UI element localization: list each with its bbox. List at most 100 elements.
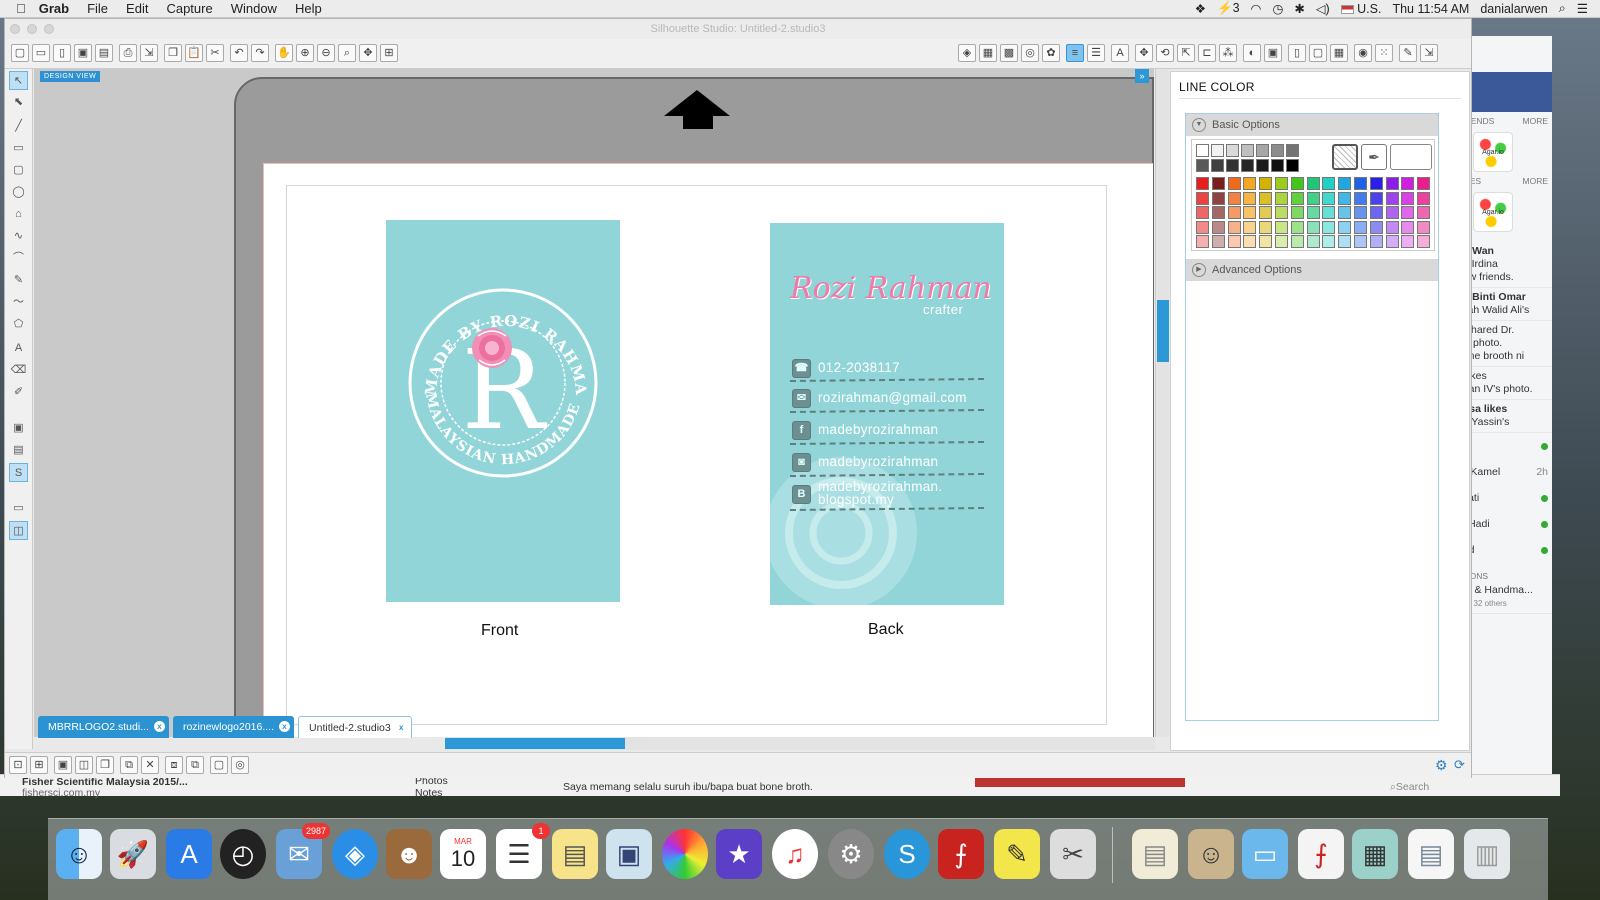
point-edit-tool-icon[interactable]: ⬉ xyxy=(9,93,28,112)
zoom-in-icon[interactable]: ⊕ xyxy=(296,44,314,62)
save-icon[interactable]: ▣ xyxy=(74,44,92,62)
hue-swatch[interactable] xyxy=(1227,235,1241,248)
design-view-icon[interactable]: ▣ xyxy=(9,419,28,438)
hue-swatch[interactable] xyxy=(1322,235,1336,248)
gray-swatch[interactable] xyxy=(1286,144,1299,157)
menu-window[interactable]: Window xyxy=(222,1,286,16)
hue-swatch[interactable] xyxy=(1196,206,1209,219)
delete-icon[interactable]: ✕ xyxy=(141,756,159,774)
agario-tile[interactable]: Agar.io xyxy=(1473,132,1513,172)
gray-swatch[interactable] xyxy=(1226,144,1239,157)
menu-app-name[interactable]: Grab xyxy=(30,1,78,16)
itunes-icon[interactable]: ♫ xyxy=(772,829,818,879)
line-style-icon[interactable]: ☰ xyxy=(1087,44,1105,62)
current-color-swatch[interactable] xyxy=(1390,144,1432,170)
weld-icon[interactable]: ⧉ xyxy=(186,756,204,774)
grid-icon[interactable]: ▦ xyxy=(1330,44,1348,62)
save-as-icon[interactable]: ▤ xyxy=(95,44,113,62)
hue-swatch[interactable] xyxy=(1338,206,1352,219)
front-business-card[interactable]: MADE BY ROZI RAHMAN MALAYSIAN HANDMADE R xyxy=(386,220,620,602)
safari-icon[interactable]: ◈ xyxy=(332,829,378,879)
regular-polygon-tool-icon[interactable]: ⬠ xyxy=(9,315,28,334)
copy-icon[interactable]: ❐ xyxy=(164,44,182,62)
hue-swatch[interactable] xyxy=(1385,177,1399,190)
hue-swatch[interactable] xyxy=(1322,206,1336,219)
hue-swatch[interactable] xyxy=(1322,177,1336,190)
close-tab-icon[interactable]: x xyxy=(153,721,165,732)
print-icon[interactable]: ⎙ xyxy=(119,44,137,62)
gray-swatch[interactable] xyxy=(1196,144,1209,157)
panel-toggle-icon[interactable]: ▭ xyxy=(9,499,28,518)
hue-swatch[interactable] xyxy=(1211,191,1225,205)
gray-swatch[interactable] xyxy=(1256,144,1269,157)
tab-untitled-2[interactable]: Untitled-2.studio3 x xyxy=(298,716,412,738)
page-setup-icon[interactable]: ▯ xyxy=(1288,44,1306,62)
hue-swatch[interactable] xyxy=(1227,220,1241,234)
pdf-stack-icon[interactable]: ⨍ xyxy=(1298,829,1344,879)
offset-icon[interactable]: ▣ xyxy=(1264,44,1282,62)
library-icon[interactable]: ⁙ xyxy=(1375,44,1393,62)
hue-swatch[interactable] xyxy=(1338,235,1352,248)
split-view-icon[interactable]: ◫ xyxy=(9,521,28,540)
ellipse-tool-icon[interactable]: ◯ xyxy=(9,183,28,202)
hue-swatch[interactable] xyxy=(1243,177,1257,190)
ungroup-icon[interactable]: ⊞ xyxy=(30,756,48,774)
gray-swatch[interactable] xyxy=(1196,159,1209,172)
make-compound-icon[interactable]: ▣ xyxy=(54,756,72,774)
polygon-tool-icon[interactable]: ⌂ xyxy=(9,205,28,224)
hue-swatch[interactable] xyxy=(1306,206,1320,219)
spotlight-icon[interactable]: ⌕ xyxy=(1559,1,1566,16)
menu-edit[interactable]: Edit xyxy=(117,1,157,16)
scale-icon[interactable]: ⇱ xyxy=(1177,44,1195,62)
hue-swatch[interactable] xyxy=(1290,191,1304,205)
modify-icon[interactable]: ◐ xyxy=(1243,44,1261,62)
gray-swatch[interactable] xyxy=(1256,159,1269,172)
hue-swatch[interactable] xyxy=(1227,191,1241,205)
menu-capture[interactable]: Capture xyxy=(157,1,221,16)
horizontal-scroll-thumb[interactable] xyxy=(445,738,625,749)
send-to-back-icon[interactable]: ⧈ xyxy=(165,756,183,774)
stickies-icon[interactable]: ✎ xyxy=(994,829,1040,879)
battery-icon[interactable]: ⚡3 xyxy=(1217,1,1240,16)
hue-swatch[interactable] xyxy=(1243,220,1257,234)
files-stack-icon[interactable]: ▤ xyxy=(1408,829,1454,879)
bring-to-front-icon[interactable]: ❐ xyxy=(96,756,114,774)
send-icon[interactable]: ⇲ xyxy=(1420,44,1438,62)
hue-swatch[interactable] xyxy=(1417,191,1431,205)
close-tab-icon[interactable]: x xyxy=(279,721,291,732)
text-style-icon[interactable]: A xyxy=(1111,44,1129,62)
collapse-panel-icon[interactable]: » xyxy=(1135,69,1149,83)
folder-icon[interactable]: ▭ xyxy=(1242,829,1288,879)
hue-swatch[interactable] xyxy=(1227,177,1241,190)
hue-swatch[interactable] xyxy=(1196,235,1209,248)
wifi-icon[interactable]: ◠ xyxy=(1251,1,1262,16)
gray-swatch[interactable] xyxy=(1226,159,1239,172)
back-business-card[interactable]: Rozi Rahman crafter ☎ 012-2038117 ✉ rozi… xyxy=(770,223,1004,605)
lock-icon[interactable]: ▢ xyxy=(210,756,228,774)
bluetooth-icon[interactable]: ✱ xyxy=(1294,1,1304,16)
hue-swatch[interactable] xyxy=(1354,235,1367,248)
select-tool-icon[interactable]: ↖ xyxy=(9,71,28,90)
close-tab-icon[interactable]: x xyxy=(396,722,407,733)
shadow-icon[interactable]: ◎ xyxy=(1021,44,1039,62)
trash-icon[interactable]: ▥ xyxy=(1464,829,1510,879)
contacts-icon[interactable]: ☻ xyxy=(386,829,432,879)
hue-swatch[interactable] xyxy=(1259,177,1273,190)
hue-swatch[interactable] xyxy=(1275,191,1288,205)
hue-swatch[interactable] xyxy=(1385,191,1399,205)
design-canvas[interactable]: DESIGN VIEW MADE BY ROZI RAHMAN MALAYSIA… xyxy=(34,69,1154,737)
hue-swatch[interactable] xyxy=(1354,206,1367,219)
menubar-user[interactable]: danialarwen xyxy=(1480,2,1547,16)
eraser-tool-icon[interactable]: ⌫ xyxy=(9,361,28,380)
downloads-stack-icon[interactable]: ☺ xyxy=(1188,829,1234,879)
fill-pattern-icon[interactable]: ✿ xyxy=(1042,44,1060,62)
smooth-freehand-tool-icon[interactable]: 〜 xyxy=(9,293,28,312)
hue-swatch[interactable] xyxy=(1369,191,1383,205)
line-color-icon[interactable]: ≡ xyxy=(1066,44,1084,62)
rectangle-tool-icon[interactable]: ▭ xyxy=(9,139,28,158)
menubar-clock[interactable]: Thu 11:54 AM xyxy=(1392,2,1469,16)
hue-swatch[interactable] xyxy=(1385,206,1399,219)
advanced-options-header[interactable]: ▶ Advanced Options xyxy=(1186,259,1438,281)
app-store-icon[interactable]: A xyxy=(166,829,212,879)
cut-icon[interactable]: ✂ xyxy=(206,44,224,62)
